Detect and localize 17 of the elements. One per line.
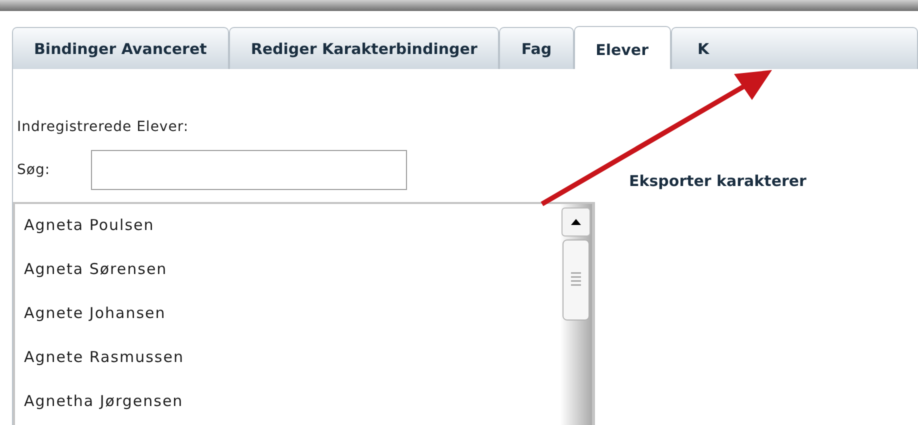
section-label: Indregistrerede Elever: — [17, 119, 190, 135]
scrollbar[interactable] — [560, 204, 592, 425]
list-item[interactable]: Agnete Rasmussen — [24, 345, 560, 370]
list-item[interactable]: Agneta Sørensen — [24, 257, 560, 282]
tab[interactable]: Elever — [574, 26, 671, 69]
list-item[interactable]: Agnetha Jørgensen — [24, 389, 560, 414]
export-link[interactable]: Eksporter karakterer — [629, 172, 806, 192]
list-item[interactable]: Agneta Poulsen — [24, 213, 560, 238]
search-field[interactable] — [91, 150, 407, 190]
tab[interactable]: Rediger Karakterbindinger — [228, 27, 500, 69]
list-item[interactable]: Agnete Johansen — [24, 301, 560, 326]
scroll-up-icon[interactable] — [561, 207, 591, 237]
tab[interactable]: Fag — [499, 27, 574, 69]
tab[interactable]: K — [670, 27, 918, 69]
tab[interactable]: Bindinger Avanceret — [12, 27, 229, 69]
scroll-thumb[interactable] — [562, 239, 590, 321]
search-label: Søg: — [17, 162, 52, 178]
